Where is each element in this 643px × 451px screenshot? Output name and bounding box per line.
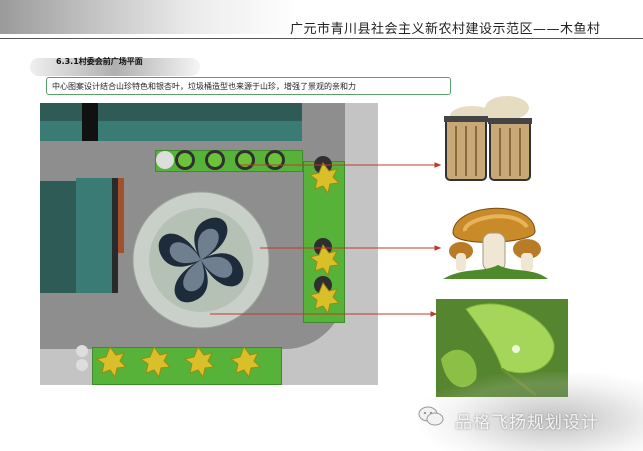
mushroom bbox=[443, 207, 548, 279]
wechat-icon bbox=[418, 406, 444, 426]
mushroom-trash-bins bbox=[444, 96, 532, 181]
watermark-text: 品格飞扬规划设计 bbox=[455, 413, 599, 433]
